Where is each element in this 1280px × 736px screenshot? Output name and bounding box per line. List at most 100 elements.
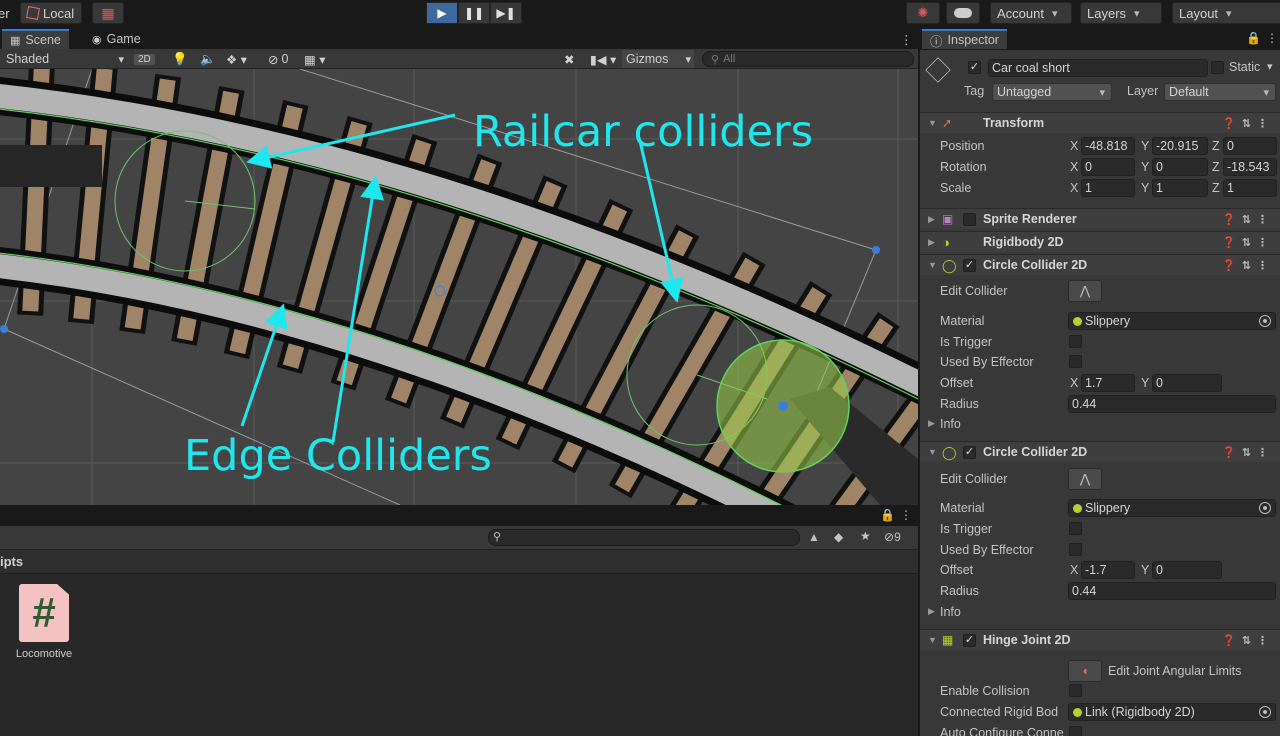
hinge-anchor-dot[interactable] — [778, 401, 788, 411]
gameobject-icon[interactable] — [925, 57, 951, 83]
filter-type-icon[interactable]: ▲ — [808, 530, 820, 544]
circle-collider-2-header[interactable]: ▼ ◯ ✓ Circle Collider 2D ❓⇅⋮ — [920, 441, 1280, 462]
circle2-is-trigger-checkbox[interactable] — [1069, 522, 1082, 535]
position-x-field[interactable]: -48.818 — [1081, 136, 1135, 155]
circle1-edit-collider-row: Edit Collider ⋀ — [920, 279, 1280, 302]
circle2-radius-field[interactable]: 0.44 — [1068, 581, 1276, 600]
component-header-icons[interactable]: ❓⇅⋮ — [1222, 236, 1274, 249]
grid-toggle-dropdown[interactable]: ▦ ▾ — [304, 50, 326, 68]
circle1-used-by-effector-checkbox[interactable] — [1069, 355, 1082, 368]
lock-icon[interactable]: 🔒 — [880, 508, 895, 522]
pause-button[interactable]: ❚❚ — [458, 2, 490, 24]
account-dropdown[interactable]: Account — [990, 2, 1072, 24]
shading-mode-dropdown[interactable]: Shaded ▾ — [6, 50, 126, 68]
collab-button[interactable]: ✺ — [906, 2, 940, 24]
gizmos-dropdown[interactable]: Gizmos ▾ — [622, 50, 694, 68]
tag-dropdown[interactable]: Untagged — [992, 83, 1112, 101]
auto-configure-checkbox[interactable] — [1069, 726, 1082, 736]
transform-header[interactable]: ▼ ➚ Transform ❓⇅⋮ — [920, 112, 1280, 133]
camera-dropdown[interactable]: ▮◀ ▾ — [590, 50, 616, 68]
layers-dropdown[interactable]: Layers — [1080, 2, 1162, 24]
rotation-y-field[interactable]: 0 — [1152, 157, 1208, 176]
asset-locomotive-script[interactable]: # Locomotive — [12, 584, 76, 660]
circle2-info-foldout[interactable]: ▶ Info — [920, 601, 1280, 622]
circle2-offset-y-field[interactable]: 0 — [1152, 560, 1222, 579]
position-y-field[interactable]: -20.915 — [1152, 136, 1208, 155]
tools-toggle[interactable]: ✖ — [564, 50, 574, 68]
hinge-joint-header[interactable]: ▼ ▦ ✓ Hinge Joint 2D ❓⇅⋮ — [920, 629, 1280, 650]
circle1-edit-collider-button[interactable]: ⋀ — [1068, 279, 1102, 302]
audio-toggle[interactable]: 🔈 — [200, 50, 216, 68]
favorite-star-icon[interactable]: ★ — [860, 529, 871, 543]
hinge-joint-enabled-checkbox[interactable]: ✓ — [963, 633, 976, 647]
tab-scene[interactable]: ▦ Scene — [2, 29, 69, 49]
enable-collision-checkbox[interactable] — [1069, 684, 1082, 697]
component-header-icons[interactable]: ❓⇅⋮ — [1222, 634, 1274, 647]
component-header-icons[interactable]: ❓⇅⋮ — [1222, 117, 1274, 130]
cloud-button[interactable] — [946, 2, 980, 24]
circle2-edit-collider-button[interactable]: ⋀ — [1068, 467, 1102, 490]
circle2-material-field[interactable]: Slippery — [1068, 498, 1276, 517]
circle1-offset-x-field[interactable]: 1.7 — [1081, 373, 1135, 392]
gameobject-active-checkbox[interactable]: ✓ — [968, 61, 981, 74]
toggle-2d-button[interactable]: 2D — [134, 50, 155, 68]
kebab-menu-icon[interactable]: ⋮ — [900, 508, 912, 522]
circle2-offset-x-field[interactable]: -1.7 — [1081, 560, 1135, 579]
circle1-offset-y-field[interactable]: 0 — [1152, 373, 1222, 392]
circle1-material-field[interactable]: Slippery — [1068, 311, 1276, 330]
circle1-radius-field[interactable]: 0.44 — [1068, 394, 1276, 413]
circle-collider-1-enabled-checkbox[interactable]: ✓ — [963, 258, 976, 272]
object-picker-icon[interactable] — [1259, 501, 1271, 514]
play-button[interactable]: ▶ — [426, 2, 458, 24]
circle2-used-by-effector-checkbox[interactable] — [1069, 543, 1082, 556]
static-checkbox[interactable] — [1211, 61, 1224, 74]
static-label: Static — [1229, 60, 1261, 74]
component-header-icons[interactable]: ❓⇅⋮ — [1222, 213, 1274, 226]
object-picker-icon[interactable] — [1259, 314, 1271, 327]
layout-dropdown[interactable]: Layout — [1172, 2, 1280, 24]
circle1-is-trigger-checkbox[interactable] — [1069, 335, 1082, 348]
sprite-renderer-header[interactable]: ▶ ▣ Sprite Renderer ❓⇅⋮ — [920, 208, 1280, 229]
tab-inspector[interactable]: ⓘ Inspector — [922, 29, 1007, 49]
scale-y-field[interactable]: 1 — [1152, 178, 1208, 197]
scene-search-input[interactable]: ⚲ All — [702, 51, 914, 67]
static-dropdown-arrow[interactable]: ▾ — [1267, 60, 1273, 73]
circle-collider-1-header[interactable]: ▼ ◯ ✓ Circle Collider 2D ❓⇅⋮ — [920, 254, 1280, 275]
rigidbody2d-header[interactable]: ▶ ◑ Rigidbody 2D ❓⇅⋮ — [920, 231, 1280, 252]
object-picker-icon[interactable] — [1259, 705, 1271, 718]
rect-handle-right[interactable] — [872, 246, 880, 254]
hidden-objects-toggle[interactable]: ⊘ 0 — [268, 50, 288, 68]
component-header-icons[interactable]: ❓⇅⋮ — [1222, 259, 1274, 272]
lock-icon[interactable]: 🔒 — [1246, 31, 1261, 45]
pivot-rotation-button[interactable]: Local — [20, 2, 82, 24]
step-button[interactable]: ▶❚ — [490, 2, 522, 24]
edit-collider-icon: ⋀ — [1079, 472, 1091, 486]
circle1-info-foldout[interactable]: ▶ Info — [920, 413, 1280, 434]
component-header-icons[interactable]: ❓⇅⋮ — [1222, 446, 1274, 459]
kebab-menu-icon[interactable]: ⋮ — [1266, 31, 1278, 45]
circle1-radius-row: Radius 0.44 — [920, 393, 1280, 414]
circle-collider-2-enabled-checkbox[interactable]: ✓ — [963, 445, 976, 459]
grid-snapping-button[interactable]: ▦ — [92, 2, 124, 24]
toolbar-truncated-label[interactable]: er — [0, 2, 14, 24]
position-z-field[interactable]: 0 — [1223, 136, 1277, 155]
lighting-toggle[interactable]: 💡 — [172, 50, 188, 68]
sprite-renderer-enabled-checkbox[interactable] — [963, 212, 976, 226]
project-search-input[interactable]: ⚲ — [488, 529, 800, 546]
layer-dropdown[interactable]: Default — [1164, 83, 1276, 101]
connected-rigidbody-field[interactable]: Link (Rigidbody 2D) — [1068, 702, 1276, 721]
hidden-packages-toggle[interactable]: ⊘9 — [884, 530, 901, 544]
rotation-z-field[interactable]: -18.543 — [1223, 157, 1277, 176]
rect-handle-left[interactable] — [0, 325, 8, 333]
circle2-edit-collider-row: Edit Collider ⋀ — [920, 467, 1280, 490]
scene-viewport[interactable]: Railcar colliders Edge Colliders — [0, 69, 918, 505]
filter-label-icon[interactable]: ◆ — [834, 530, 843, 544]
effects-dropdown[interactable]: ❖ ▾ — [226, 50, 247, 68]
rotation-x-field[interactable]: 0 — [1081, 157, 1135, 176]
scale-z-field[interactable]: 1 — [1223, 178, 1277, 197]
edit-joint-angular-limits-button[interactable]: ◖ — [1068, 659, 1102, 682]
scale-x-field[interactable]: 1 — [1081, 178, 1135, 197]
tab-game[interactable]: ◉ Game — [84, 29, 149, 49]
scene-panel-menu[interactable]: ⋮ — [896, 29, 917, 49]
gameobject-name-field[interactable]: Car coal short — [988, 59, 1208, 77]
